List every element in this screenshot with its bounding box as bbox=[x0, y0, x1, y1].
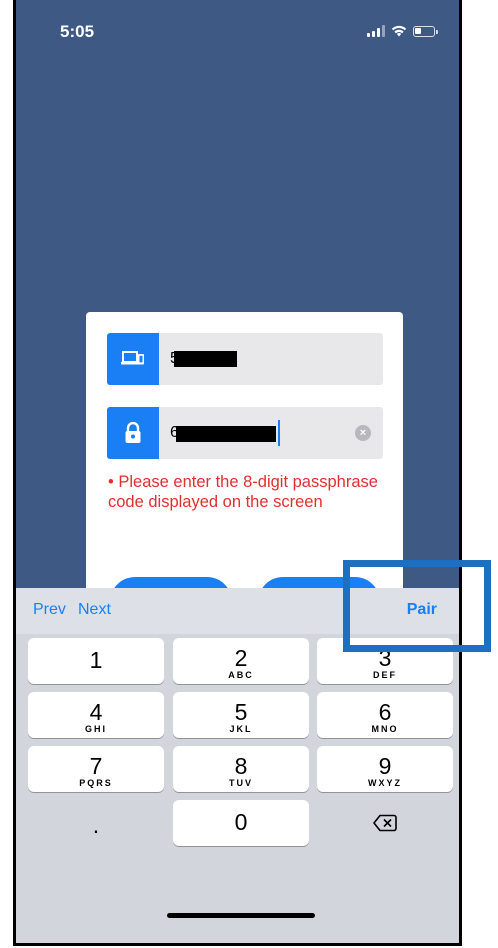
key-5[interactable]: 5 JKL bbox=[173, 692, 309, 738]
key-7[interactable]: 7 PQRS bbox=[28, 746, 164, 792]
key-9[interactable]: 9 WXYZ bbox=[317, 746, 453, 792]
prev-button[interactable]: Prev bbox=[33, 601, 66, 619]
backspace-icon bbox=[373, 814, 397, 832]
status-bar: 5:05 bbox=[16, 0, 459, 70]
backspace-key[interactable] bbox=[317, 800, 453, 846]
text-cursor bbox=[278, 420, 280, 446]
redaction-bar bbox=[174, 351, 237, 367]
key-4[interactable]: 4 GHI bbox=[28, 692, 164, 738]
status-time: 5:05 bbox=[60, 22, 95, 41]
wifi-icon bbox=[391, 25, 407, 37]
key-6[interactable]: 6 MNO bbox=[317, 692, 453, 738]
key-decimal[interactable]: . bbox=[28, 802, 164, 848]
key-8[interactable]: 8 TUV bbox=[173, 746, 309, 792]
key-1[interactable]: 1 bbox=[28, 638, 164, 684]
device-icon bbox=[107, 333, 159, 385]
lock-icon bbox=[107, 407, 159, 459]
battery-icon bbox=[413, 25, 438, 37]
highlight-box bbox=[343, 560, 491, 652]
key-2[interactable]: 2 ABC bbox=[173, 638, 309, 684]
pairing-dialog: 5 6 × • Please enter the 8-digit passphr… bbox=[86, 312, 403, 627]
next-button[interactable]: Next bbox=[78, 601, 111, 619]
redaction-bar bbox=[176, 426, 276, 442]
signal-icon bbox=[367, 25, 385, 37]
passcode-field[interactable]: 6 × bbox=[107, 407, 383, 459]
error-message: • Please enter the 8-digit passphrase co… bbox=[108, 473, 378, 511]
clear-icon[interactable]: × bbox=[355, 425, 371, 441]
phone-screen: 5:05 5 6 × • Please enter the 8-digit pa… bbox=[13, 0, 462, 946]
status-icons bbox=[367, 25, 438, 37]
key-0[interactable]: 0 bbox=[173, 800, 309, 846]
device-field[interactable]: 5 bbox=[107, 333, 383, 385]
home-indicator bbox=[167, 913, 315, 918]
